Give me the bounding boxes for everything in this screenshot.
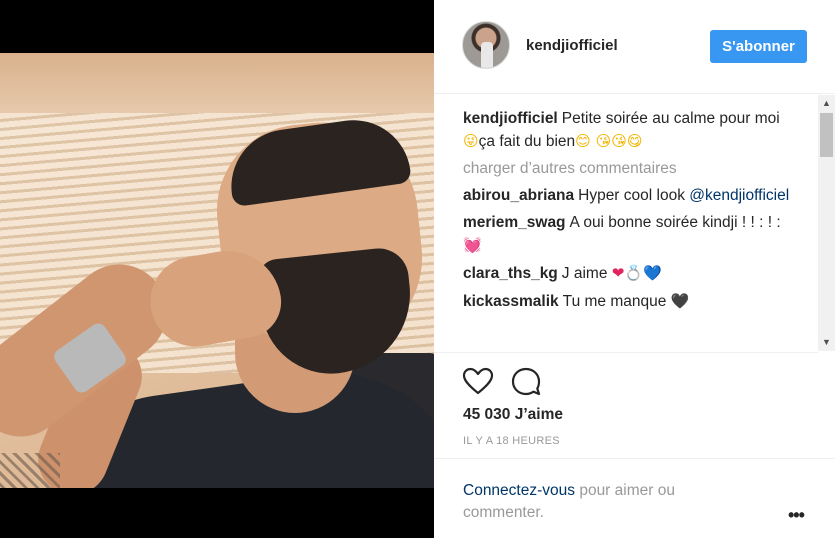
post-photo[interactable] xyxy=(0,53,434,488)
photo-pane xyxy=(0,0,434,538)
comment-text: A oui bonne soirée kindji ! ! : ! : xyxy=(569,214,781,231)
comment-text: J aime xyxy=(561,265,612,282)
scroll-down-arrow-icon[interactable]: ▼ xyxy=(818,334,835,351)
speech-bubble-icon[interactable] xyxy=(510,366,542,398)
post-actions: 45 030 J’aime IL Y A 18 HEURES xyxy=(434,352,818,462)
load-more-comments-link[interactable]: charger d’autres commentaires xyxy=(463,158,790,180)
comment-username[interactable]: clara_ths_kg xyxy=(463,265,558,282)
comment-item: meriem_swag A oui bonne soirée kindji ! !… xyxy=(463,212,790,257)
heart-ring-emoji-icon: ❤💍💙 xyxy=(611,264,662,282)
kissing-faces-emoji-icon: 😘😘😋 xyxy=(590,132,643,150)
login-prompt-text: Connectez-vous pour aimer ou commenter. xyxy=(463,480,723,524)
comment-username[interactable]: abirou_abriana xyxy=(463,187,574,204)
comments-list[interactable]: kendjiofficiel Petite soirée au calme pou… xyxy=(434,95,818,351)
scroll-up-arrow-icon[interactable]: ▲ xyxy=(818,95,835,112)
author-avatar[interactable] xyxy=(462,21,510,69)
caption: kendjiofficiel Petite soirée au calme pou… xyxy=(463,108,790,153)
comment-text: Tu me manque xyxy=(562,293,671,310)
post-sidebar: kendjiofficiel S'abonner kendjiofficiel P… xyxy=(434,0,835,538)
photo-tattoo xyxy=(0,453,60,488)
comment-item: kickassmalik Tu me manque 🖤 xyxy=(463,290,790,313)
caption-text-part-1: Petite soirée au calme pour moi xyxy=(561,110,780,127)
caption-text-part-2: ça fait du bien xyxy=(478,133,576,150)
comment-text: Hyper cool look xyxy=(578,187,690,204)
comments-scrollbar[interactable]: ▲ ▼ xyxy=(818,95,835,351)
caption-username[interactable]: kendjiofficiel xyxy=(463,110,558,127)
black-heart-emoji-icon: 🖤 xyxy=(670,292,690,310)
comment-item: abirou_abriana Hyper cool look @kendjioff… xyxy=(463,185,790,207)
winking-tongue-emoji-icon: 😜 xyxy=(463,132,479,150)
comment-username[interactable]: meriem_swag xyxy=(463,214,566,231)
post-header: kendjiofficiel S'abonner xyxy=(434,0,835,94)
comment-mention-link[interactable]: @kendjiofficiel xyxy=(689,187,789,204)
author-username[interactable]: kendjiofficiel xyxy=(526,37,618,54)
heart-emoji-icon: 💓 xyxy=(463,236,482,254)
post-timestamp[interactable]: IL Y A 18 HEURES xyxy=(463,435,560,447)
login-prompt: Connectez-vous pour aimer ou commenter. … xyxy=(434,458,835,538)
follow-button[interactable]: S'abonner xyxy=(710,30,807,63)
comment-item: clara_ths_kg J aime ❤💍💙 xyxy=(463,262,790,285)
more-options-icon[interactable]: ••• xyxy=(788,505,805,526)
scroll-thumb[interactable] xyxy=(820,113,833,157)
likes-count[interactable]: 45 030 J’aime xyxy=(463,406,563,424)
smiling-face-emoji-icon: 😊 xyxy=(575,132,591,150)
heart-outline-icon[interactable] xyxy=(462,366,494,398)
login-link[interactable]: Connectez-vous xyxy=(463,482,575,499)
comment-username[interactable]: kickassmalik xyxy=(463,293,559,310)
